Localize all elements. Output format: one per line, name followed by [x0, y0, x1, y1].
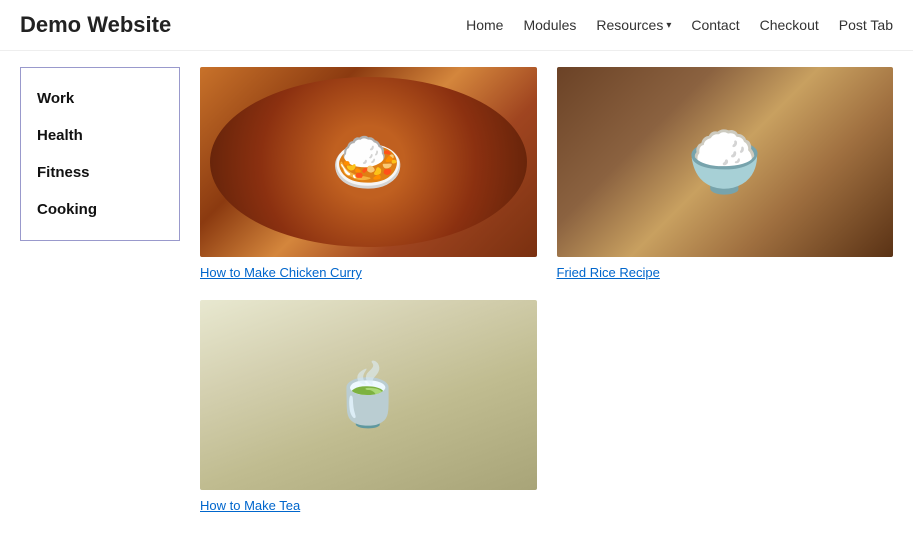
post-card-fried-rice: Fried Rice Recipe — [557, 67, 894, 280]
nav-checkout[interactable]: Checkout — [760, 17, 819, 33]
sidebar-item-fitness[interactable]: Fitness — [37, 154, 163, 191]
nav-contact[interactable]: Contact — [691, 17, 739, 33]
post-link-fried-rice[interactable]: Fried Rice Recipe — [557, 265, 894, 280]
sidebar-item-work[interactable]: Work — [37, 80, 163, 117]
sidebar: Work Health Fitness Cooking — [20, 67, 180, 241]
post-card-chicken-curry: How to Make Chicken Curry — [200, 67, 537, 280]
main-nav: Home Modules Resources ▾ Contact Checkou… — [466, 17, 893, 33]
post-image-chicken-curry — [200, 67, 537, 257]
left-column: How to Make Chicken Curry How to Make Te… — [200, 67, 537, 513]
main-content: Work Health Fitness Cooking How to Make … — [0, 51, 913, 529]
nav-post-tab[interactable]: Post Tab — [839, 17, 893, 33]
chevron-down-icon: ▾ — [666, 20, 671, 31]
content-area: How to Make Chicken Curry How to Make Te… — [200, 67, 893, 513]
sidebar-item-health[interactable]: Health — [37, 117, 163, 154]
post-card-tea: How to Make Tea — [200, 300, 537, 513]
site-header: Demo Website Home Modules Resources ▾ Co… — [0, 0, 913, 51]
nav-resources[interactable]: Resources ▾ — [596, 17, 671, 33]
nav-resources-link[interactable]: Resources — [596, 17, 663, 33]
post-link-chicken-curry[interactable]: How to Make Chicken Curry — [200, 265, 537, 280]
post-image-tea — [200, 300, 537, 490]
site-title: Demo Website — [20, 12, 171, 38]
nav-home[interactable]: Home — [466, 17, 503, 33]
right-column: Fried Rice Recipe — [557, 67, 894, 513]
post-link-tea[interactable]: How to Make Tea — [200, 498, 537, 513]
nav-modules[interactable]: Modules — [523, 17, 576, 33]
sidebar-item-cooking[interactable]: Cooking — [37, 191, 163, 228]
post-image-fried-rice — [557, 67, 894, 257]
